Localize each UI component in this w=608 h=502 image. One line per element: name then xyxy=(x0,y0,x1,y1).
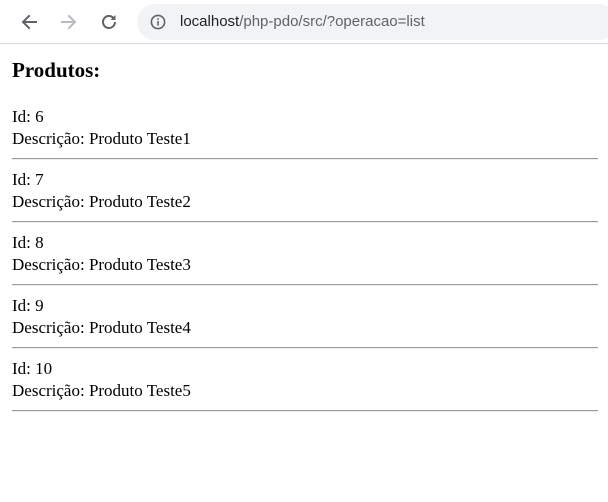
product-divider xyxy=(12,284,598,286)
browser-toolbar: localhost/php-pdo/src/?operacao=list xyxy=(0,0,608,44)
product-description: Descrição: Produto Teste2 xyxy=(12,191,598,213)
product-description: Descrição: Produto Teste1 xyxy=(12,128,598,150)
forward-button[interactable] xyxy=(53,6,85,38)
product-divider xyxy=(12,221,598,223)
product-item: Id: 6 Descrição: Produto Teste1 xyxy=(12,106,598,160)
product-description-value: Produto Teste5 xyxy=(88,381,191,400)
product-id: Id: 9 xyxy=(12,295,598,317)
url-host: localhost xyxy=(180,13,240,30)
product-id-value: 6 xyxy=(35,107,44,126)
reload-icon xyxy=(102,15,116,29)
product-id-value: 7 xyxy=(35,170,44,189)
product-id-label: Id: xyxy=(12,296,36,315)
info-icon[interactable] xyxy=(150,14,166,30)
product-item: Id: 7 Descrição: Produto Teste2 xyxy=(12,169,598,223)
reload-button[interactable] xyxy=(93,6,125,38)
product-divider xyxy=(12,410,598,412)
product-description-value: Produto Teste1 xyxy=(88,129,191,148)
product-id-value: 8 xyxy=(35,233,44,252)
product-id-value: 9 xyxy=(35,296,44,315)
address-bar[interactable]: localhost/php-pdo/src/?operacao=list xyxy=(137,4,608,40)
page-title: Produtos: xyxy=(12,58,101,82)
product-description: Descrição: Produto Teste4 xyxy=(12,317,598,339)
product-description: Descrição: Produto Teste3 xyxy=(12,254,598,276)
product-id: Id: 10 xyxy=(12,358,598,380)
product-id: Id: 7 xyxy=(12,169,598,191)
product-id-label: Id: xyxy=(12,107,36,126)
url-path: /php-pdo/src/?operacao=list xyxy=(239,13,425,30)
product-description-value: Produto Teste4 xyxy=(88,318,191,337)
product-id-label: Id: xyxy=(12,233,36,252)
product-description: Descrição: Produto Teste5 xyxy=(12,380,598,402)
product-id-label: Id: xyxy=(12,170,36,189)
product-id-label: Id: xyxy=(12,359,36,378)
product-item: Id: 9 Descrição: Produto Teste4 xyxy=(12,295,598,349)
product-description-label: Descrição: xyxy=(12,318,89,337)
product-description-label: Descrição: xyxy=(12,192,89,211)
product-id: Id: 6 xyxy=(12,106,598,128)
product-id: Id: 8 xyxy=(12,232,598,254)
back-arrow-icon xyxy=(21,14,37,30)
product-description-value: Produto Teste3 xyxy=(88,255,191,274)
product-id-value: 10 xyxy=(35,359,53,378)
back-button[interactable] xyxy=(13,6,45,38)
product-divider xyxy=(12,158,598,160)
forward-arrow-icon xyxy=(61,14,77,30)
page-content: Produtos: Id: 6 Descrição: Produto Teste1… xyxy=(12,44,598,421)
product-item: Id: 10 Descrição: Produto Teste5 xyxy=(12,358,598,412)
product-description-label: Descrição: xyxy=(12,129,89,148)
product-item: Id: 8 Descrição: Produto Teste3 xyxy=(12,232,598,286)
product-description-value: Produto Teste2 xyxy=(88,192,191,211)
product-description-label: Descrição: xyxy=(12,255,89,274)
url-text[interactable]: localhost/php-pdo/src/?operacao=list xyxy=(180,4,425,40)
product-list: Id: 6 Descrição: Produto Teste1 Id: 7 Descr… xyxy=(12,106,598,412)
product-divider xyxy=(12,347,598,349)
product-description-label: Descrição: xyxy=(12,381,89,400)
